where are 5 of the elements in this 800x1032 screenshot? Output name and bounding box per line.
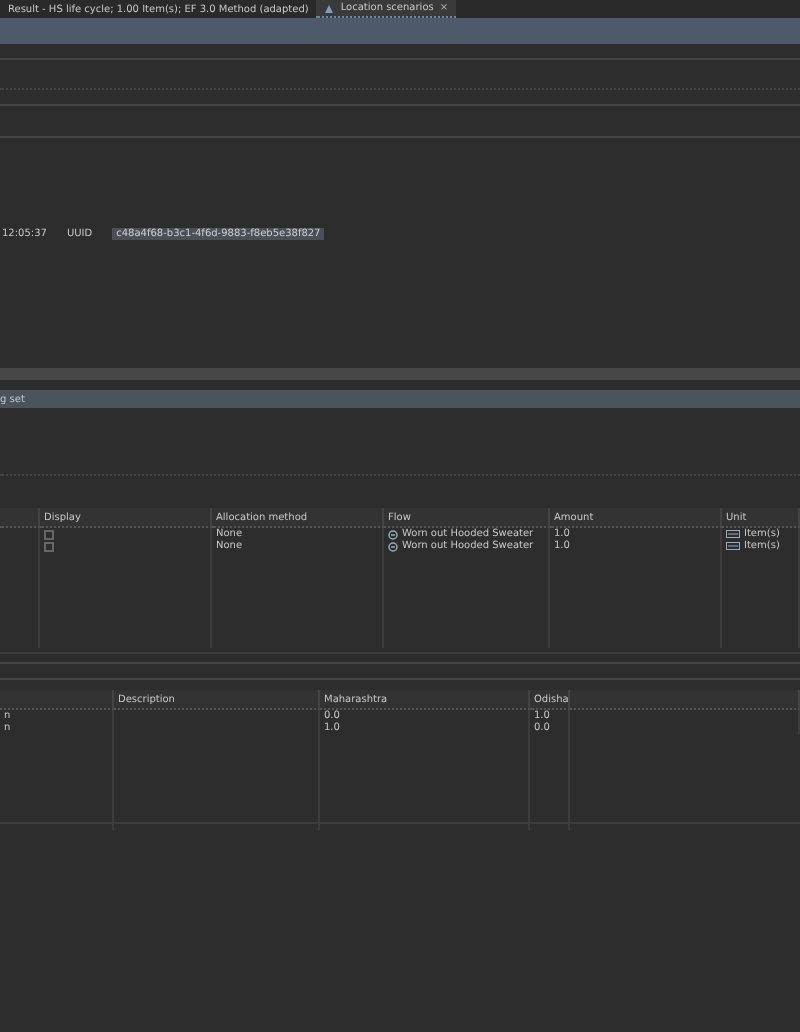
checkbox[interactable] xyxy=(44,541,54,551)
scenario-icon xyxy=(324,3,335,13)
unit-icon xyxy=(726,530,740,538)
checkbox[interactable] xyxy=(44,529,54,539)
unit-icon xyxy=(726,542,740,550)
